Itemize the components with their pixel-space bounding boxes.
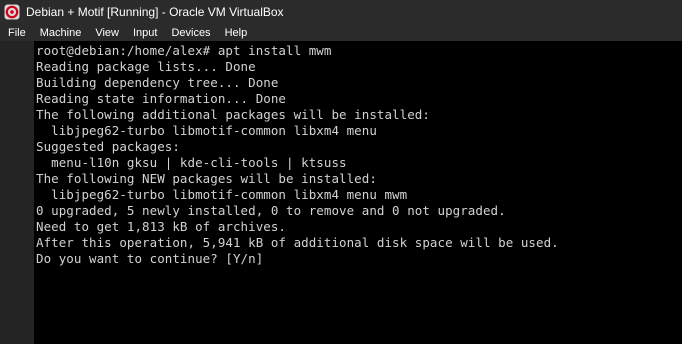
- terminal-line: menu-l10n gksu | kde-cli-tools | ktsuss: [36, 155, 347, 170]
- terminal-line: The following additional packages will b…: [36, 107, 430, 122]
- terminal-line: The following NEW packages will be insta…: [36, 171, 377, 186]
- menu-devices[interactable]: Devices: [163, 27, 216, 39]
- guest-console[interactable]: root@debian:/home/alex# apt install mwm …: [34, 41, 682, 344]
- title-bar[interactable]: Debian + Motif [Running] - Oracle VM Vir…: [0, 0, 682, 24]
- menu-view[interactable]: View: [87, 27, 125, 39]
- terminal-line: Reading package lists... Done: [36, 59, 256, 74]
- terminal-output: root@debian:/home/alex# apt install mwm …: [36, 43, 559, 267]
- menu-machine[interactable]: Machine: [32, 27, 88, 39]
- window-title: Debian + Motif [Running] - Oracle VM Vir…: [26, 5, 284, 19]
- menu-bar: File Machine View Input Devices Help: [0, 24, 682, 41]
- left-margin: [0, 41, 34, 344]
- menu-input[interactable]: Input: [125, 27, 163, 39]
- terminal-line: Reading state information... Done: [36, 91, 286, 106]
- terminal-line: Suggested packages:: [36, 139, 180, 154]
- terminal-line: libjpeg62-turbo libmotif-common libxm4 m…: [36, 187, 408, 202]
- terminal-line: root@debian:/home/alex# apt install mwm: [36, 43, 332, 58]
- terminal-line: libjpeg62-turbo libmotif-common libxm4 m…: [36, 123, 377, 138]
- terminal-line: Need to get 1,813 kB of archives.: [36, 219, 286, 234]
- menu-help[interactable]: Help: [217, 27, 254, 39]
- virtualbox-icon: [4, 4, 20, 20]
- terminal-prompt-line: Do you want to continue? [Y/n]: [36, 251, 264, 266]
- menu-file[interactable]: File: [0, 27, 32, 39]
- terminal-line: Building dependency tree... Done: [36, 75, 279, 90]
- terminal-line: After this operation, 5,941 kB of additi…: [36, 235, 559, 250]
- virtualbox-window: Debian + Motif [Running] - Oracle VM Vir…: [0, 0, 682, 344]
- terminal-line: 0 upgraded, 5 newly installed, 0 to remo…: [36, 203, 506, 218]
